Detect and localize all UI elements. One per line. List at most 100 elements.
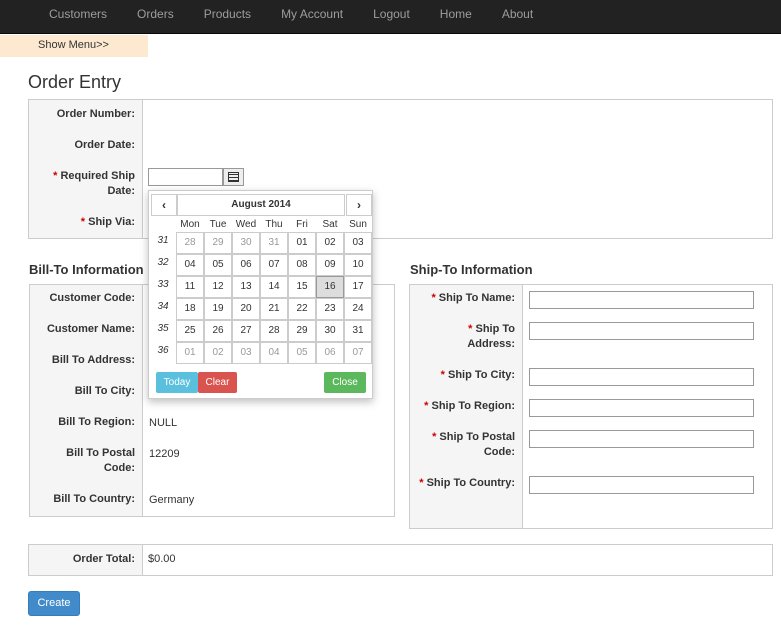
bill-region-value: NULL	[149, 417, 178, 429]
ship-country-input[interactable]	[529, 476, 754, 494]
order-date-label: Order Date:	[74, 139, 135, 151]
create-button[interactable]: Create	[28, 591, 80, 616]
calendar-day[interactable]: 06	[316, 342, 344, 364]
calendar-day[interactable]: 15	[288, 276, 316, 298]
week-number: 33	[157, 279, 169, 290]
bill-city-label: Bill To City:	[74, 385, 135, 397]
bill-country-label: Bill To Country:	[53, 493, 135, 505]
calendar-day[interactable]: 07	[344, 342, 372, 364]
ship-address-label-line2: Address:	[467, 338, 515, 350]
calendar-day[interactable]: 18	[176, 298, 204, 320]
month-year-title[interactable]: August 2014	[177, 194, 345, 216]
ship-address-label: * Ship To Address:	[410, 322, 515, 352]
ship-name-label: * Ship To Name:	[410, 291, 515, 306]
calendar-day[interactable]: 28	[176, 232, 204, 254]
calendar-day[interactable]: 01	[176, 342, 204, 364]
calendar-day[interactable]: 25	[176, 320, 204, 342]
calendar-day[interactable]: 09	[316, 254, 344, 276]
day-of-week-header: Sat	[322, 219, 338, 230]
calendar-day[interactable]: 01	[288, 232, 316, 254]
calendar-day[interactable]: 17	[344, 276, 372, 298]
bill-region-label: Bill To Region:	[58, 416, 135, 428]
ship-via-label-text: Ship Via:	[88, 216, 135, 228]
calendar-day[interactable]: 24	[344, 298, 372, 320]
nav-home[interactable]: Home	[425, 0, 487, 28]
ship-region-input[interactable]	[529, 399, 754, 417]
calendar-day[interactable]: 21	[260, 298, 288, 320]
calendar-day[interactable]: 29	[204, 232, 232, 254]
calendar-day[interactable]: 08	[288, 254, 316, 276]
calendar-day[interactable]: 29	[288, 320, 316, 342]
calendar-day[interactable]: 20	[232, 298, 260, 320]
show-menu-toggle[interactable]: Show Menu>>	[0, 35, 148, 57]
ship-address-input[interactable]	[529, 322, 754, 340]
calendar-day[interactable]: 26	[204, 320, 232, 342]
calendar-day[interactable]: 22	[288, 298, 316, 320]
ship-name-input[interactable]	[529, 291, 754, 309]
calendar-day[interactable]: 07	[260, 254, 288, 276]
bill-postal-label: Bill To Postal Code:	[30, 446, 135, 476]
ship-name-label-text: Ship To Name:	[438, 292, 515, 304]
nav-my-account[interactable]: My Account	[266, 0, 358, 28]
clear-button[interactable]: Clear	[198, 372, 237, 393]
ship-via-label: * Ship Via:	[29, 215, 135, 230]
required-marker: *	[419, 477, 424, 489]
nav-customers[interactable]: Customers	[34, 0, 122, 28]
ship-postal-input[interactable]	[529, 430, 754, 448]
calendar-day[interactable]: 04	[260, 342, 288, 364]
calendar-day[interactable]: 14	[260, 276, 288, 298]
prev-month-button[interactable]: ‹	[151, 194, 177, 216]
calendar-day[interactable]: 31	[260, 232, 288, 254]
close-button[interactable]: Close	[324, 372, 366, 393]
calendar-day[interactable]: 03	[344, 232, 372, 254]
calendar-day[interactable]: 11	[176, 276, 204, 298]
calendar-day[interactable]: 28	[260, 320, 288, 342]
calendar-day[interactable]: 30	[316, 320, 344, 342]
week-number: 36	[157, 345, 169, 356]
order-panel: Order Number: Order Date: * Required Shi…	[28, 99, 773, 239]
calendar-day[interactable]: 03	[232, 342, 260, 364]
day-of-week-header: Wed	[235, 219, 257, 230]
ship-region-label-text: Ship To Region:	[431, 400, 515, 412]
calendar-day[interactable]: 05	[204, 254, 232, 276]
order-total-panel: Order Total: $0.00	[28, 544, 773, 576]
ship-postal-label-line1: Ship To Postal	[439, 431, 515, 443]
nav-logout[interactable]: Logout	[358, 0, 425, 28]
date-picker-popup: ‹ August 2014 › Mon Tue Wed Thu Fri Sat Sun 31 2…	[148, 190, 373, 399]
calendar-day[interactable]: 30	[232, 232, 260, 254]
week-number: 31	[157, 235, 169, 246]
calendar-day[interactable]: 06	[232, 254, 260, 276]
bill-postal-label-line2: Code:	[103, 462, 135, 474]
calendar-day[interactable]: 05	[288, 342, 316, 364]
ship-postal-label-line2: Code:	[483, 446, 515, 458]
required-marker: *	[432, 431, 437, 443]
ship-country-label: * Ship To Country:	[410, 476, 515, 491]
day-of-week-header: Fri	[296, 219, 308, 230]
calendar-day[interactable]: 12	[204, 276, 232, 298]
calendar-day[interactable]: 31	[344, 320, 372, 342]
week-number: 32	[157, 257, 169, 268]
calendar-day[interactable]: 27	[232, 320, 260, 342]
required-ship-label-line1: Required Ship	[60, 170, 135, 182]
calendar-day[interactable]: 23	[316, 298, 344, 320]
required-ship-label-line2: Date:	[107, 185, 135, 197]
calendar-day[interactable]: 13	[232, 276, 260, 298]
calendar-day[interactable]: 02	[204, 342, 232, 364]
required-marker: *	[424, 400, 429, 412]
nav-orders[interactable]: Orders	[122, 0, 189, 28]
calendar-button[interactable]	[223, 168, 244, 186]
calendar-day[interactable]: 16	[316, 276, 344, 298]
calendar-day[interactable]: 04	[176, 254, 204, 276]
ship-city-label: * Ship To City:	[410, 368, 515, 383]
next-month-button[interactable]: ›	[346, 194, 372, 216]
required-ship-date-input[interactable]	[148, 168, 223, 186]
bill-country-value: Germany	[149, 494, 195, 506]
day-of-week-header: Thu	[265, 219, 283, 230]
calendar-day[interactable]: 10	[344, 254, 372, 276]
calendar-day[interactable]: 19	[204, 298, 232, 320]
nav-about[interactable]: About	[487, 0, 548, 28]
calendar-day[interactable]: 02	[316, 232, 344, 254]
today-button[interactable]: Today	[156, 372, 198, 393]
ship-city-input[interactable]	[529, 368, 754, 386]
nav-products[interactable]: Products	[189, 0, 266, 28]
